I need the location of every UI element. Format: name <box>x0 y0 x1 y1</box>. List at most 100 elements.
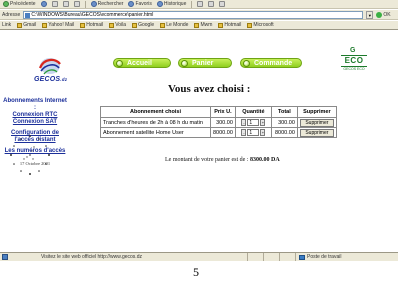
quantity-stepper: - 1 + <box>238 129 269 136</box>
quantity-input[interactable]: 1 <box>247 129 260 136</box>
address-dropdown-button[interactable]: ▼ <box>366 10 374 19</box>
link-page-icon <box>160 22 166 28</box>
sidebar-section-title: Abonnements Internet : <box>3 98 67 111</box>
link-item[interactable]: Microsoft <box>247 22 274 28</box>
printer-icon <box>208 1 215 7</box>
page-title: Vous avez choisi : <box>168 83 251 95</box>
cart-total: Le montant de votre panier est de : 8300… <box>165 157 280 163</box>
gecos-logo[interactable]: GECOS.dz <box>30 55 70 89</box>
home-button[interactable] <box>73 1 80 7</box>
status-bar: Visitez le site web officiel http://www.… <box>0 252 398 261</box>
delete-cell: Supprimer <box>296 117 337 128</box>
mail-button[interactable] <box>197 1 204 7</box>
clock-icon <box>10 135 50 175</box>
decrease-button[interactable]: - <box>241 119 247 126</box>
item-total: 8000.00 <box>270 127 298 138</box>
delete-button[interactable]: Supprimer <box>299 118 334 127</box>
go-arrow-icon <box>376 11 383 18</box>
status-zone: Poste de travail <box>295 253 398 261</box>
nav-commande-button[interactable]: Commande <box>240 58 302 68</box>
go-button[interactable]: OK <box>376 11 391 18</box>
column-header: Abonnement choisi <box>100 106 211 118</box>
page-icon <box>25 12 31 18</box>
eco-logo-top: G <box>350 47 356 54</box>
column-header: Supprimer <box>296 106 337 118</box>
browser-toolbar: Précédente Rechercher Favoris Historique <box>0 0 398 9</box>
search-button[interactable]: Rechercher <box>90 1 123 7</box>
address-label: Adresse <box>2 11 21 18</box>
home-icon <box>73 1 80 7</box>
bullet-ball-icon <box>181 60 188 67</box>
page-content: GECOS.dz Accueil Panier Commande G ECO G… <box>0 31 398 252</box>
link-item[interactable]: Hotmail <box>80 22 103 28</box>
link-item[interactable]: Voila <box>109 22 126 28</box>
item-price: 8000.00 <box>210 127 236 138</box>
forward-button[interactable] <box>40 1 47 7</box>
column-header: Total <box>270 106 298 118</box>
link-page-icon <box>132 22 138 28</box>
star-icon <box>128 1 135 7</box>
column-header: Quantité <box>234 106 272 118</box>
link-item[interactable]: Google <box>132 22 154 28</box>
cart-table: Abonnement choisi Prix U. Quantité Total… <box>100 106 337 138</box>
logo-text: GECOS.dz <box>34 76 68 83</box>
table-header-row: Abonnement choisi Prix U. Quantité Total… <box>100 106 337 118</box>
cart-total-amount: 8300.00 DA <box>249 157 280 163</box>
edit-button[interactable] <box>219 1 226 7</box>
status-pane <box>279 253 295 261</box>
eco-logo: G ECO GECOS ECO <box>340 47 368 73</box>
stop-icon <box>51 1 58 7</box>
nav-accueil-button[interactable]: Accueil <box>113 58 171 68</box>
sidebar-link-sat[interactable]: Connexion SAT <box>2 119 68 126</box>
history-icon <box>156 1 163 7</box>
back-button[interactable]: Précédente <box>3 1 36 7</box>
link-page-icon <box>194 22 200 28</box>
favorites-button[interactable]: Favoris <box>128 1 152 7</box>
increase-button[interactable]: + <box>260 129 266 136</box>
address-input[interactable]: C:\WINDOWS\Bureau\GECOS\ecommerce\panier… <box>23 10 364 19</box>
delete-button[interactable]: Supprimer <box>299 128 334 137</box>
edit-icon <box>219 1 226 7</box>
sidebar-link-rtc[interactable]: Connexion RTC <box>2 112 68 119</box>
link-page-icon <box>42 22 48 28</box>
computer-icon <box>299 254 305 260</box>
quantity-cell: - 1 + <box>234 117 272 128</box>
history-button[interactable]: Historique <box>156 1 186 7</box>
item-total: 300.00 <box>270 117 298 128</box>
mail-icon <box>197 1 204 7</box>
page-number: 5 <box>193 265 199 279</box>
link-item[interactable]: Gmail <box>17 22 36 28</box>
eco-logo-main: ECO <box>344 56 364 65</box>
decrease-button[interactable]: - <box>241 129 247 136</box>
print-button[interactable] <box>208 1 215 7</box>
link-item[interactable]: Mwm <box>194 22 212 28</box>
globe-swirl-icon <box>38 58 61 75</box>
increase-button[interactable]: + <box>260 119 266 126</box>
search-icon <box>90 1 97 7</box>
item-price: 300.00 <box>210 117 236 128</box>
table-row: Tranches d'heures de 2h à 08 h du matin … <box>100 117 337 128</box>
bullet-ball-icon <box>116 60 123 67</box>
page-status-icon <box>2 254 8 260</box>
delete-cell: Supprimer <box>296 127 337 138</box>
nav-panier-button[interactable]: Panier <box>178 58 232 68</box>
eco-logo-sub: GECOS ECO <box>343 67 365 71</box>
refresh-icon <box>62 1 69 7</box>
cart-total-text: Le montant de votre panier est de : <box>165 157 249 163</box>
stop-button[interactable] <box>51 1 58 7</box>
link-page-icon <box>80 22 86 28</box>
links-label: Link <box>2 22 12 28</box>
link-item[interactable]: Yahoo! Mail <box>42 22 74 28</box>
item-name: Tranches d'heures de 2h à 08 h du matin <box>100 117 211 128</box>
item-name: Abonnement satellite Home User <box>100 127 211 138</box>
link-page-icon <box>218 22 224 28</box>
bullet-ball-icon <box>243 60 250 67</box>
link-item[interactable]: Le Monde <box>160 22 188 28</box>
toolbar-separator <box>191 0 193 8</box>
link-item[interactable]: Hotmail <box>218 22 241 28</box>
quantity-input[interactable]: 1 <box>247 119 260 126</box>
toolbar-separator <box>84 0 86 8</box>
refresh-button[interactable] <box>62 1 69 7</box>
table-row: Abonnement satellite Home User 8000.00 -… <box>100 127 337 138</box>
quantity-cell: - 1 + <box>234 127 272 138</box>
